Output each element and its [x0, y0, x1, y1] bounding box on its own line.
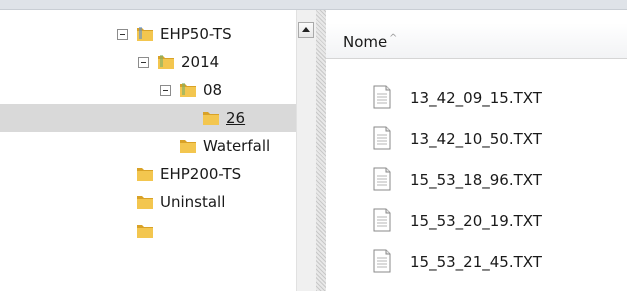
tree-item-waterfall[interactable]: Waterfall	[0, 132, 296, 160]
file-row[interactable]: 13_42_10_50.TXT	[326, 121, 627, 157]
file-row[interactable]: 13_42_09_15.TXT	[326, 80, 627, 116]
folder-icon	[137, 27, 153, 41]
text-file-icon	[373, 126, 391, 150]
file-list[interactable]: Nome ^ 13_42_09_15.TXT 13_42_10_50.TXT 1…	[326, 10, 627, 291]
column-header-label: Nome	[343, 33, 388, 51]
collapse-icon[interactable]	[160, 85, 171, 96]
file-row[interactable]: 15_53_21_45.TXT	[326, 244, 627, 280]
file-name: 13_42_09_15.TXT	[410, 89, 542, 107]
file-name: 13_42_10_50.TXT	[410, 130, 542, 148]
tree-item-label: Uninstall	[160, 193, 226, 211]
collapse-icon[interactable]	[138, 57, 149, 68]
window-top-edge	[0, 0, 627, 10]
file-name: 15_53_21_45.TXT	[410, 253, 542, 271]
folder-icon	[137, 196, 153, 209]
tree-item-label: 08	[203, 81, 223, 99]
tree-item-2014[interactable]: 2014	[0, 48, 296, 76]
scroll-up-arrow-icon[interactable]	[298, 22, 314, 38]
folder-icon	[158, 55, 174, 69]
tree-item-label: EHP200-TS	[160, 165, 242, 183]
file-row[interactable]: 15_53_20_19.TXT	[326, 203, 627, 239]
text-file-icon	[373, 85, 391, 109]
tree-item-26[interactable]: 26	[0, 104, 296, 132]
tree-item-label: EHP50-TS	[160, 25, 232, 43]
tree-item-label: 26	[226, 109, 246, 127]
folder-icon	[137, 168, 153, 181]
tree-item-08[interactable]: 08	[0, 76, 296, 104]
tree-item-label: Waterfall	[203, 137, 271, 155]
tree-scrollbar[interactable]	[296, 10, 316, 291]
file-name: 15_53_18_96.TXT	[410, 171, 542, 189]
file-name: 15_53_20_19.TXT	[410, 212, 542, 230]
tree-item-label: 2014	[181, 53, 220, 71]
folder-icon	[137, 225, 153, 238]
column-header-name[interactable]: Nome ^	[326, 23, 627, 59]
folder-icon	[180, 140, 196, 153]
tree-item-uninstall[interactable]: Uninstall	[0, 188, 296, 216]
folder-icon	[203, 112, 219, 125]
collapse-icon[interactable]	[117, 29, 128, 40]
tree-item-ehp200-ts[interactable]: EHP200-TS	[0, 160, 296, 188]
tree-item-ehp50-ts[interactable]: EHP50-TS	[0, 20, 296, 48]
folder-icon	[180, 83, 196, 97]
sort-ascending-icon: ^	[389, 33, 398, 44]
tree-item-partial[interactable]	[0, 216, 296, 244]
folder-tree[interactable]: EHP50-TS 2014 08 26 Waterfall EHP200-TS …	[0, 10, 296, 291]
pane-splitter[interactable]	[316, 10, 326, 291]
text-file-icon	[373, 167, 391, 191]
text-file-icon	[373, 249, 391, 273]
file-row[interactable]: 15_53_18_96.TXT	[326, 162, 627, 198]
text-file-icon	[373, 208, 391, 232]
